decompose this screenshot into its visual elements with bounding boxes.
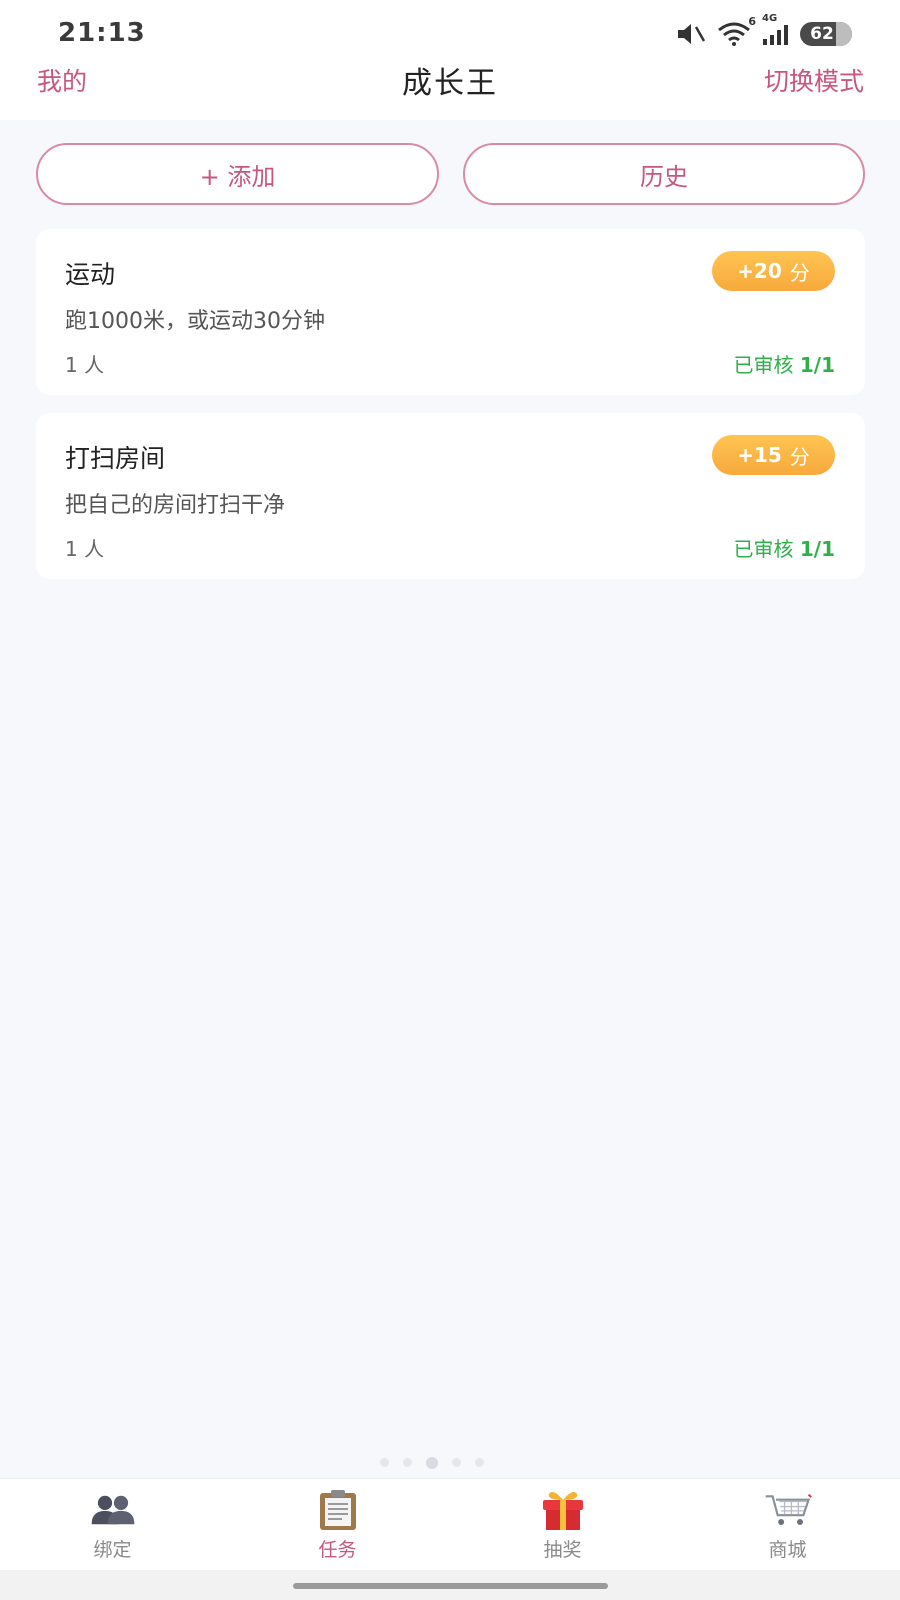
top-area: 21:13 6 4G 62 我的 成长王 切换模式	[0, 0, 900, 120]
home-indicator[interactable]	[293, 1583, 608, 1589]
mute-icon	[676, 22, 706, 46]
tab-tasks[interactable]: 任务	[225, 1479, 450, 1571]
network-label: 4G	[762, 13, 778, 24]
status-label: 已审核	[733, 537, 794, 561]
tab-label: 绑定	[93, 1539, 132, 1561]
pager-dot	[475, 1458, 484, 1467]
task-title: 打扫房间	[65, 444, 166, 473]
battery-indicator: 62	[800, 22, 852, 46]
gift-icon	[539, 1489, 587, 1531]
task-status: 已审核 1/1	[734, 533, 836, 562]
task-description: 跑1000米，或运动30分钟	[65, 309, 325, 334]
signal-icon: 4G	[762, 13, 790, 46]
pager-dots	[380, 1457, 484, 1469]
tab-label: 抽奖	[543, 1539, 582, 1561]
points-badge: +20 分	[712, 251, 835, 291]
tab-shop[interactable]: 商城	[675, 1479, 900, 1571]
pager-dot	[380, 1458, 389, 1467]
wifi-label: 6	[748, 15, 756, 28]
clipboard-icon	[314, 1489, 362, 1531]
status-count: 1/1	[799, 353, 835, 377]
battery-level: 62	[810, 24, 834, 44]
tab-label: 任务	[318, 1539, 357, 1561]
points-badge: +15 分	[712, 435, 835, 475]
points-value: +20	[737, 259, 782, 283]
wifi-icon: 6	[716, 15, 756, 47]
points-unit: 分	[789, 444, 810, 469]
pager-dot	[452, 1458, 461, 1467]
status-count: 1/1	[799, 537, 835, 561]
task-card[interactable]: 打扫房间 +15 分 把自己的房间打扫干净 1 人 已审核 1/1	[36, 413, 865, 579]
status-icons: 6 4G 62	[676, 13, 852, 48]
status-label: 已审核	[733, 353, 794, 377]
task-title: 运动	[65, 260, 116, 289]
points-unit: 分	[789, 260, 810, 285]
task-description: 把自己的房间打扫干净	[65, 493, 286, 518]
switch-mode-link[interactable]: 切换模式	[764, 62, 864, 98]
app-screen: 21:13 6 4G 62 我的 成长王 切换模式 + 添加 历史 运动 +20…	[0, 0, 900, 1600]
task-card[interactable]: 运动 +20 分 跑1000米，或运动30分钟 1 人 已审核 1/1	[36, 229, 865, 395]
tab-label: 商城	[768, 1539, 807, 1561]
task-people-count: 1 人	[65, 537, 105, 561]
pager-dot-active	[426, 1457, 438, 1469]
tab-bind[interactable]: 绑定	[0, 1479, 225, 1571]
shopping-cart-icon	[764, 1489, 812, 1531]
status-time: 21:13	[58, 18, 146, 48]
task-status: 已审核 1/1	[734, 349, 836, 378]
bottom-tab-bar: 绑定 任务 抽奖 商城	[0, 1478, 900, 1570]
task-people-count: 1 人	[65, 353, 105, 377]
pager-dot	[403, 1458, 412, 1467]
add-task-button[interactable]: + 添加	[36, 143, 439, 205]
history-button[interactable]: 历史	[463, 143, 865, 205]
users-icon	[89, 1489, 137, 1531]
tab-lottery[interactable]: 抽奖	[450, 1479, 675, 1571]
points-value: +15	[737, 443, 782, 467]
